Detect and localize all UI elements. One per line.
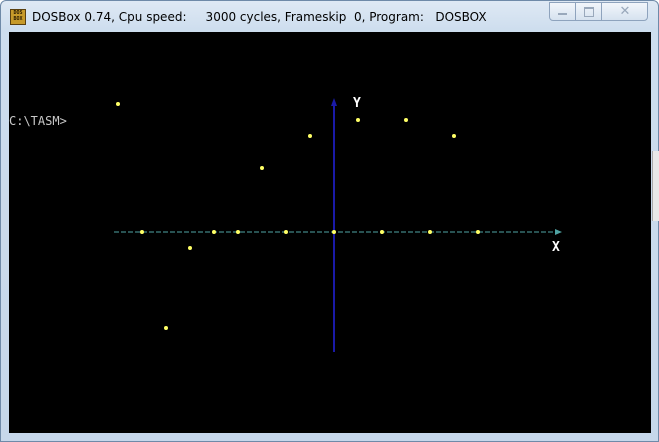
window-title: DOSBox 0.74, Cpu speed: 3000 cycles, Fra… <box>32 10 487 24</box>
x-axis-label: X <box>552 240 560 255</box>
title-bar[interactable]: DOS BOX DOSBox 0.74, Cpu speed: 3000 cyc… <box>1 1 658 32</box>
minimize-icon <box>558 13 567 15</box>
dos-screen[interactable]: C:\TASM> Y X <box>9 32 651 433</box>
y-axis-label: Y <box>353 96 361 111</box>
plot-point <box>308 134 312 138</box>
plot-point <box>356 118 360 122</box>
plot-point <box>116 102 120 106</box>
command-prompt: C:\TASM> <box>9 114 67 128</box>
plot-point <box>428 230 432 234</box>
close-icon: ✕ <box>619 4 631 19</box>
plot-point <box>332 230 336 234</box>
plot-point <box>140 230 144 234</box>
maximize-icon <box>584 7 594 17</box>
plot-point <box>188 246 192 250</box>
background-window-edge <box>652 151 659 221</box>
graph-canvas <box>114 98 562 352</box>
close-button[interactable]: ✕ <box>601 2 648 21</box>
dosbox-app-icon[interactable]: DOS BOX <box>10 9 26 25</box>
plot-point <box>284 230 288 234</box>
plot-point <box>260 166 264 170</box>
minimize-button[interactable] <box>549 2 576 21</box>
plot-point <box>476 230 480 234</box>
dosbox-window: DOS BOX DOSBox 0.74, Cpu speed: 3000 cyc… <box>0 0 659 442</box>
plot-point <box>380 230 384 234</box>
plot-point <box>404 118 408 122</box>
plot-point <box>236 230 240 234</box>
plot-point <box>164 326 168 330</box>
plot-point <box>452 134 456 138</box>
maximize-button[interactable] <box>575 2 602 21</box>
y-axis-arrow <box>331 98 337 106</box>
app-icon-text-bottom: BOX <box>13 16 23 22</box>
plot-point <box>212 230 216 234</box>
x-axis-arrow <box>555 229 562 235</box>
